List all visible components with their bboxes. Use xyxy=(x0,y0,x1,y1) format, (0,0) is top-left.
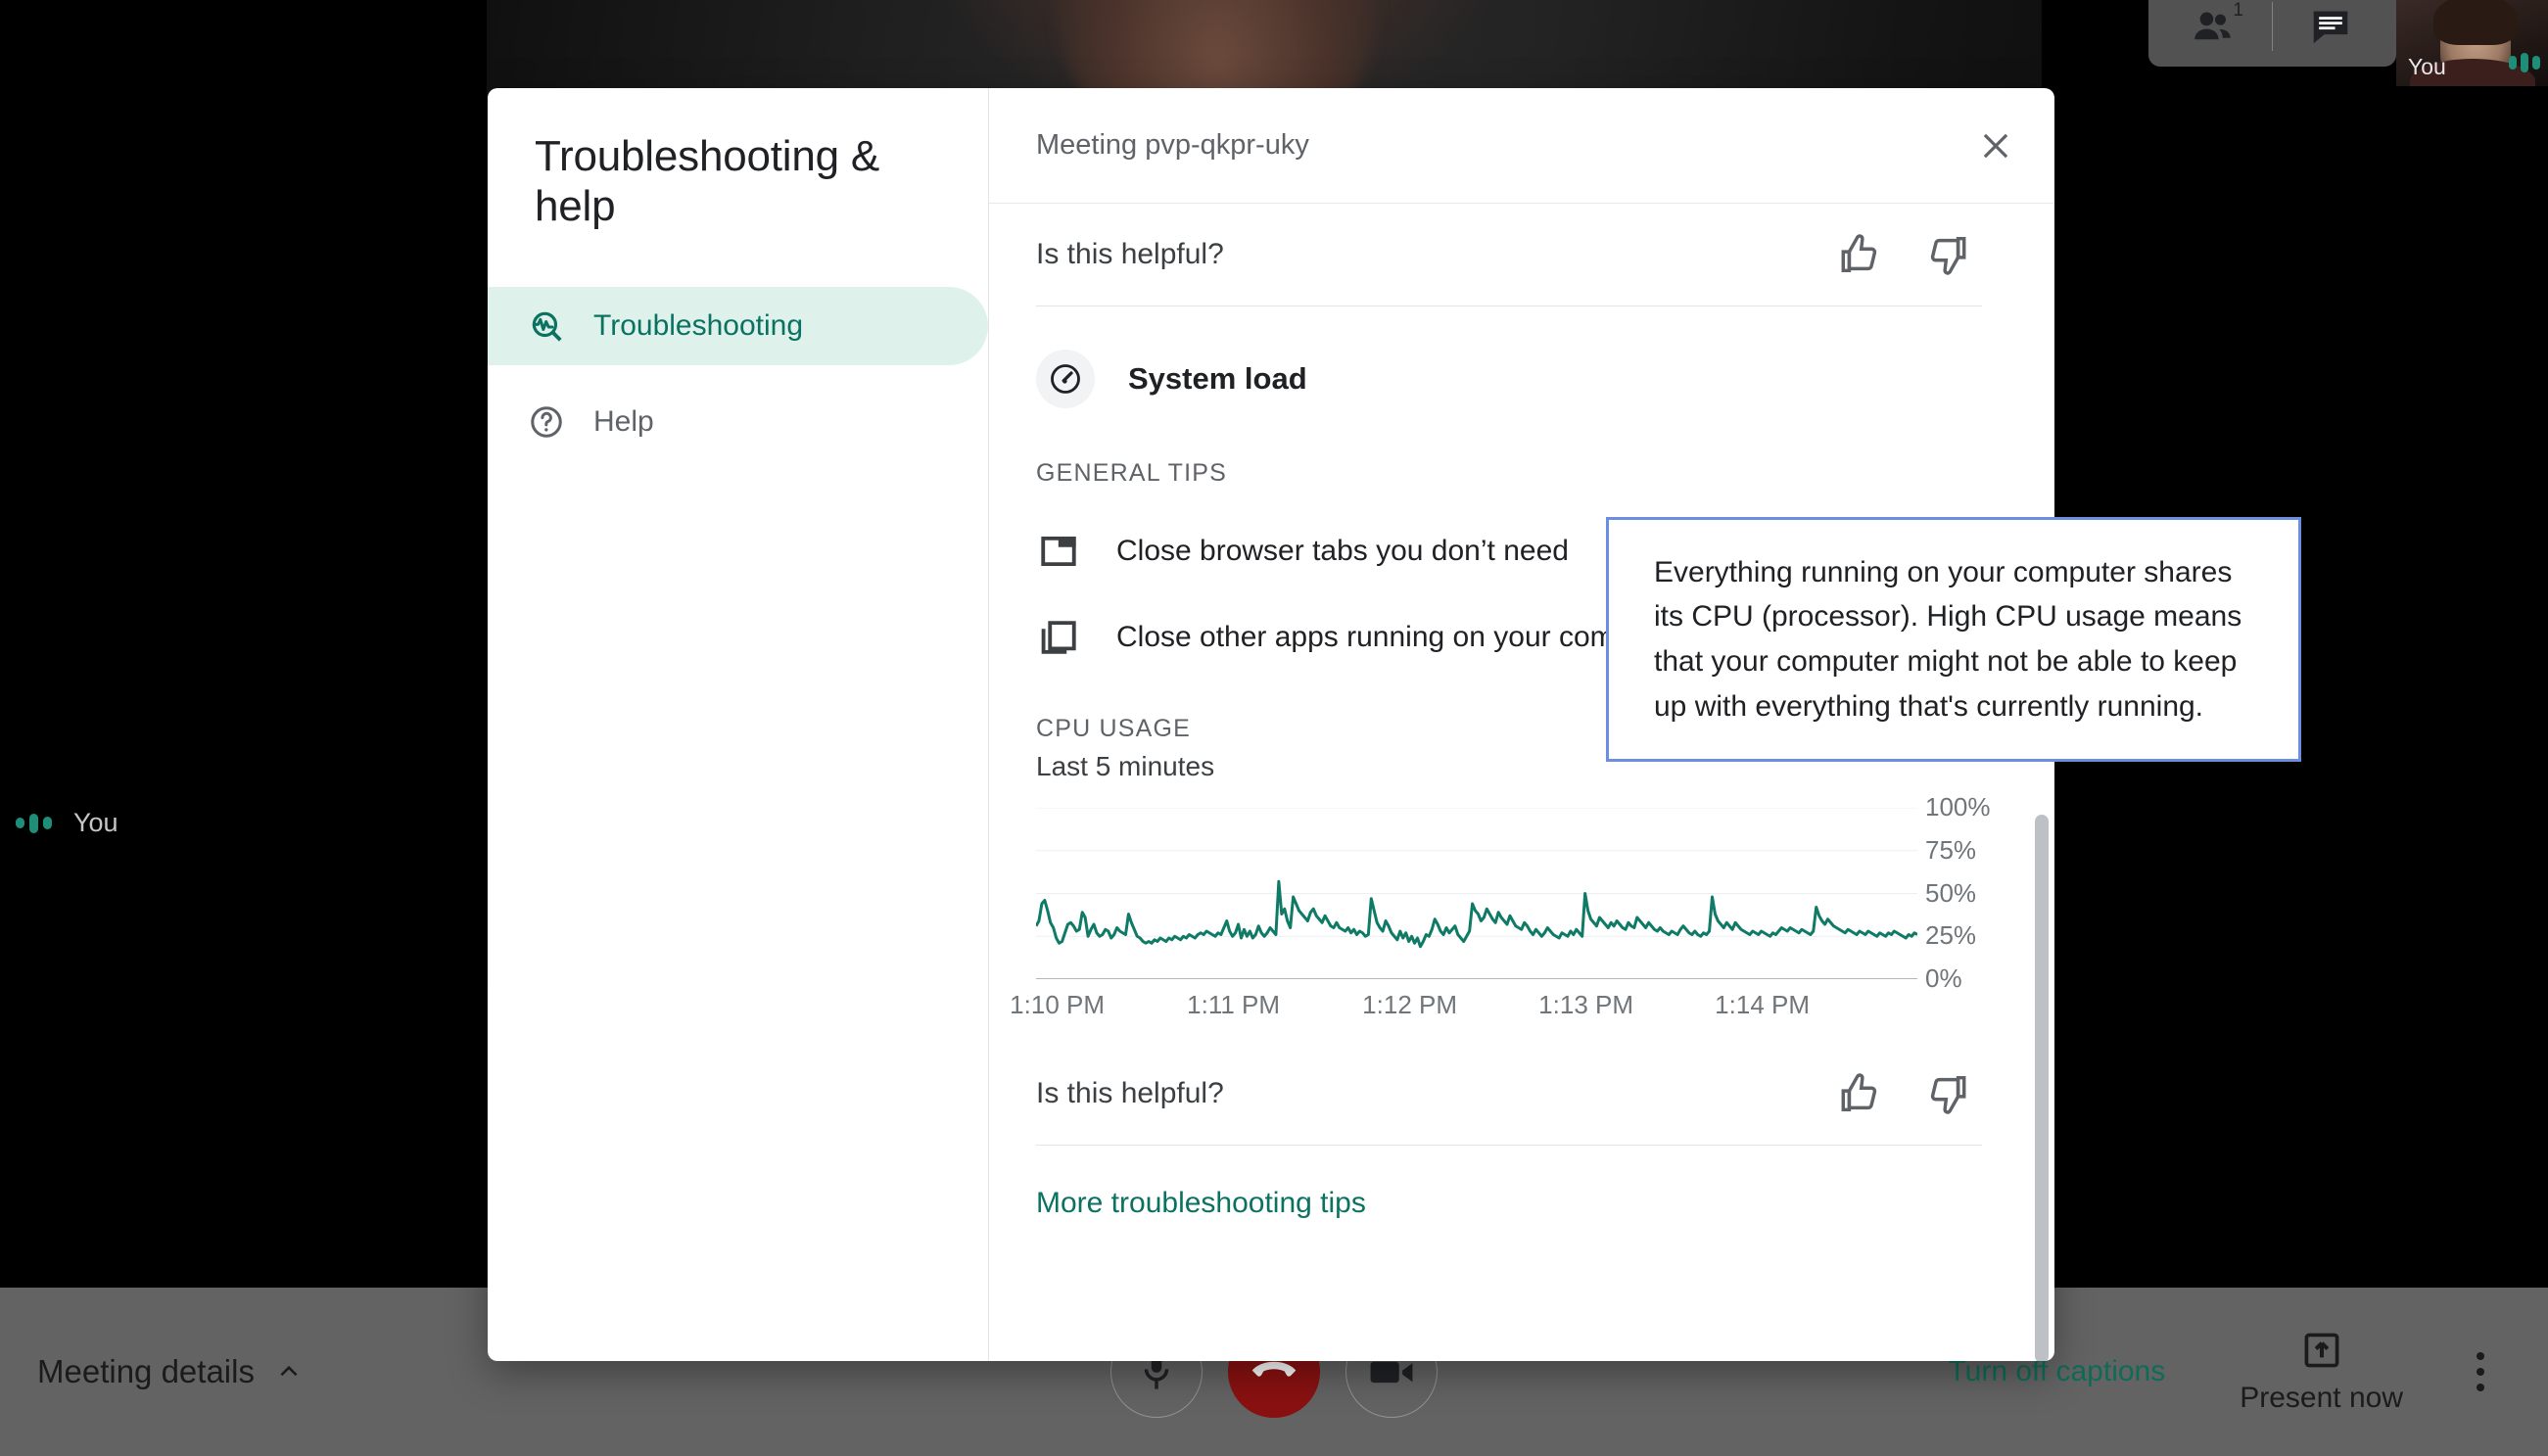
y-axis-tick: 0% xyxy=(1925,963,1962,993)
y-axis-tick: 25% xyxy=(1925,920,1977,951)
dialog-content: Is this helpful? System load GENERAL TIP… xyxy=(989,204,2054,1361)
present-now-button[interactable]: Present now xyxy=(2196,1329,2446,1415)
thumb-down-icon xyxy=(1930,1075,1966,1114)
chevron-up-icon xyxy=(280,1365,298,1377)
troubleshooting-magnifier-icon xyxy=(527,306,566,346)
more-options-button[interactable] xyxy=(2446,1352,2515,1391)
thumb-up-icon xyxy=(1841,1073,1877,1112)
tip-label: Close other apps running on your compute… xyxy=(1116,621,1682,653)
present-now-label: Present now xyxy=(2240,1382,2403,1414)
system-load-title: System load xyxy=(1128,361,1307,396)
divider xyxy=(1036,305,1982,306)
audio-level-icon xyxy=(16,813,52,834)
feedback-label: Is this helpful? xyxy=(1036,238,1224,270)
thumb-up-button[interactable] xyxy=(1831,1066,1886,1121)
chat-bubble-icon xyxy=(2313,11,2348,44)
x-axis-tick: 1:10 PM xyxy=(1010,990,1106,1019)
sidebar-item-label: Troubleshooting xyxy=(593,308,804,342)
dialog-sidebar: Troubleshooting & help Troubleshooting H… xyxy=(488,88,989,1361)
stacked-windows-icon xyxy=(1036,615,1081,660)
x-axis-tick: 1:12 PM xyxy=(1362,990,1458,1019)
chat-button[interactable] xyxy=(2290,0,2371,57)
feedback-label: Is this helpful? xyxy=(1036,1077,1224,1109)
meeting-details-button[interactable]: Meeting details xyxy=(37,1353,302,1390)
feedback-row-top: Is this helpful? xyxy=(1036,204,2007,305)
thumb-down-icon xyxy=(1930,236,1966,275)
browser-tab-icon xyxy=(1036,529,1081,574)
sidebar-nav: Troubleshooting Help xyxy=(488,286,988,461)
x-axis-tick: 1:13 PM xyxy=(1538,990,1634,1019)
present-screen-icon xyxy=(2304,1333,2339,1368)
close-icon xyxy=(1983,133,2008,158)
scrollbar-thumb[interactable] xyxy=(2035,815,2049,1361)
sidebar-item-troubleshooting[interactable]: Troubleshooting xyxy=(488,286,988,365)
avatar-hair xyxy=(2432,0,2518,45)
thumb-up-button[interactable] xyxy=(1831,227,1886,282)
thumb-down-button[interactable] xyxy=(1921,1066,1976,1121)
chart-plot-area: 0% 25% 50% 75% 100% 1:10 PM 1:11 PM 1:12 PM 1:1… xyxy=(1010,792,2007,1019)
system-load-header: System load xyxy=(1036,350,2007,408)
sidebar-item-label: Help xyxy=(593,404,654,438)
dialog-header: Meeting pvp-qkpr-uky xyxy=(989,88,2054,204)
divider xyxy=(1036,1145,1982,1146)
chart-title: CPU USAGE xyxy=(1036,715,1192,742)
feedback-buttons xyxy=(1831,227,2007,282)
meeting-details-label: Meeting details xyxy=(37,1353,255,1389)
dialog-title: Troubleshooting & help xyxy=(535,132,880,231)
y-axis-tick: 75% xyxy=(1925,834,1977,865)
thumb-down-button[interactable] xyxy=(1921,227,1976,282)
controls-divider xyxy=(2272,2,2273,51)
cpu-line-plot xyxy=(1036,808,1917,979)
tip-label: Close browser tabs you don’t need xyxy=(1116,535,1569,567)
speaker-indicator: You xyxy=(16,808,118,838)
thumb-up-icon xyxy=(1841,234,1877,273)
tooltip-text: Everything running on your computer shar… xyxy=(1654,555,2242,723)
self-audio-level-icon xyxy=(2509,53,2540,72)
sidebar-item-help[interactable]: Help xyxy=(488,383,988,461)
meeting-code-label: Meeting pvp-qkpr-uky xyxy=(1036,129,1309,161)
participants-button[interactable]: 1 xyxy=(2174,0,2254,57)
self-view-tile[interactable]: You xyxy=(2396,0,2548,86)
end-call-icon xyxy=(1251,1361,1297,1377)
y-axis-tick: 50% xyxy=(1925,877,1977,908)
x-axis-tick: 1:11 PM xyxy=(1187,990,1281,1019)
cpu-info-tooltip: Everything running on your computer shar… xyxy=(1606,517,2301,762)
more-vertical-icon xyxy=(2477,1352,2484,1360)
people-icon xyxy=(2194,12,2231,40)
more-troubleshooting-tips-link[interactable]: More troubleshooting tips xyxy=(1036,1187,2007,1220)
self-view-label: You xyxy=(2408,54,2446,79)
speaker-name-label: You xyxy=(73,808,118,837)
speedometer-icon xyxy=(1036,350,1095,408)
close-dialog-button[interactable] xyxy=(1966,117,2025,175)
dialog-scrollbar[interactable] xyxy=(2035,208,2049,1361)
participants-count-badge: 1 xyxy=(2233,0,2243,21)
help-circle-icon xyxy=(527,402,566,442)
x-axis-tick: 1:14 PM xyxy=(1715,990,1811,1019)
top-right-controls: 1 xyxy=(2148,0,2396,67)
y-axis-tick: 100% xyxy=(1925,792,1991,822)
chart-x-axis-labels: 1:10 PM 1:11 PM 1:12 PM 1:13 PM 1:14 PM xyxy=(1010,990,1917,1029)
feedback-buttons xyxy=(1831,1066,2007,1121)
chart-subtitle: Last 5 minutes xyxy=(1036,751,1215,781)
feedback-row-bottom: Is this helpful? xyxy=(1036,1043,2007,1145)
chart-y-axis-labels: 0% 25% 50% 75% 100% xyxy=(1925,792,2043,993)
general-tips-label: GENERAL TIPS xyxy=(1036,459,1228,487)
